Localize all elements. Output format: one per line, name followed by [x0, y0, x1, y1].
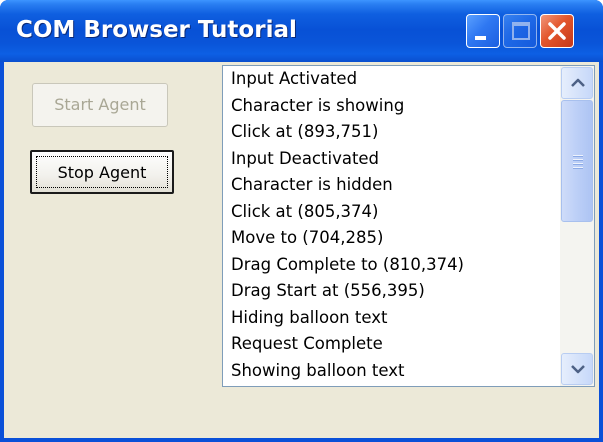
vertical-scrollbar[interactable] [560, 66, 594, 386]
list-item[interactable]: Character is showing [223, 93, 557, 120]
maximize-button[interactable] [503, 14, 537, 48]
list-item[interactable]: Hiding balloon text [223, 305, 557, 332]
close-button[interactable] [540, 14, 574, 48]
close-icon [548, 22, 566, 40]
chevron-down-icon [571, 365, 585, 374]
list-item[interactable]: Showing balloon text [223, 358, 557, 385]
scrollbar-grip-icon [573, 155, 583, 169]
list-item[interactable]: Drag Start at (556,395) [223, 278, 557, 305]
list-item[interactable]: Character is hidden [223, 172, 557, 199]
list-item[interactable]: Request Complete [223, 331, 557, 358]
event-log-listbox[interactable]: Input Activated Character is showing Cli… [222, 65, 595, 387]
maximize-icon [512, 22, 530, 40]
scroll-up-button[interactable] [561, 67, 593, 99]
list-item[interactable]: Click at (893,751) [223, 119, 557, 146]
stop-agent-button[interactable]: Stop Agent [30, 150, 174, 194]
list-item[interactable]: Drag Complete to (810,374) [223, 252, 557, 279]
app-window: COM Browser Tutorial Start Agent Stop Ag… [0, 0, 603, 442]
start-agent-button[interactable]: Start Agent [32, 83, 168, 127]
list-item[interactable]: Move to (704,285) [223, 225, 557, 252]
minimize-button[interactable] [466, 14, 500, 48]
minimize-icon [475, 36, 486, 40]
title-bar[interactable]: COM Browser Tutorial [0, 0, 603, 62]
window-title: COM Browser Tutorial [16, 17, 297, 43]
scrollbar-thumb[interactable] [561, 100, 593, 222]
window-client-area: Start Agent Stop Agent Input Activated C… [4, 62, 599, 438]
list-item[interactable]: Input Deactivated [223, 146, 557, 173]
scroll-down-button[interactable] [561, 353, 593, 385]
list-item[interactable]: Input Activated [223, 66, 557, 93]
stop-agent-label: Stop Agent [57, 163, 147, 182]
event-log-items: Input Activated Character is showing Cli… [223, 66, 557, 386]
list-item[interactable]: Click at (805,374) [223, 199, 557, 226]
chevron-up-icon [571, 78, 585, 87]
